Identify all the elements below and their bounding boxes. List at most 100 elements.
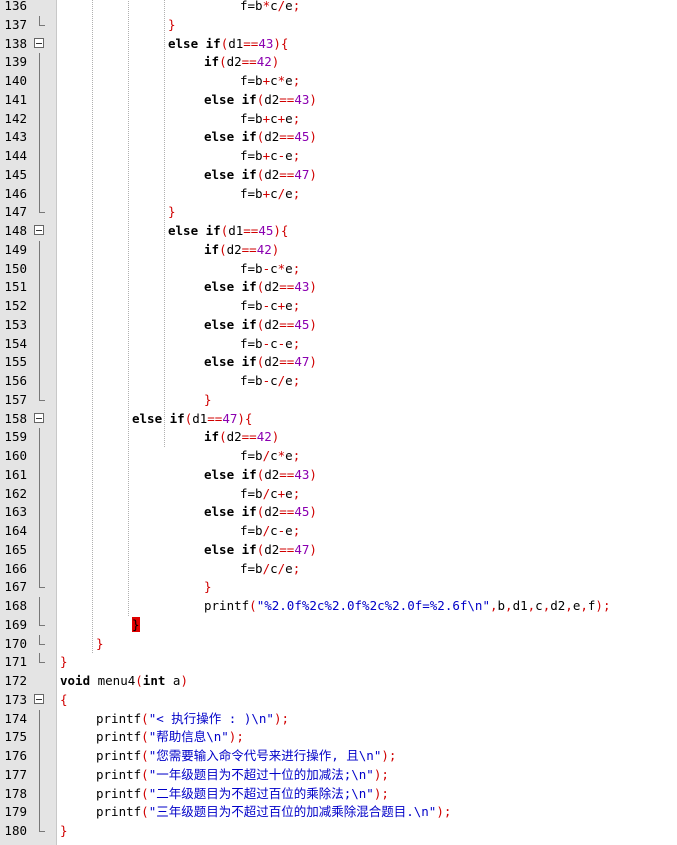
code-text[interactable]: f=b-c/e; <box>240 372 300 391</box>
code-text[interactable]: else if(d1==45){ <box>168 222 288 241</box>
code-line[interactable]: 139 if(d2==42) <box>0 53 677 72</box>
code-line[interactable]: 142 f=b+c+e; <box>0 109 677 129</box>
code-text[interactable]: else if(d2==47) <box>204 166 317 185</box>
code-text[interactable]: void menu4(int a) <box>60 672 188 691</box>
code-text[interactable]: f=b+c-e; <box>240 147 300 166</box>
code-text[interactable]: printf("< 执行操作 : )\n"); <box>96 710 289 729</box>
code-text[interactable]: else if(d2==47) <box>204 353 317 372</box>
code-line[interactable]: 156 f=b-c/e; <box>0 372 677 391</box>
code-line[interactable]: 154 f=b-c-e; <box>0 334 677 354</box>
fold-line-icon <box>39 709 40 729</box>
code-text[interactable]: f=b/c*e; <box>240 447 300 466</box>
code-line[interactable]: 162 f=b/c+e; <box>0 484 677 504</box>
code-text[interactable]: f=b*c/e; <box>240 0 300 16</box>
code-line[interactable]: 177 printf("一年级题目为不超过十位的加减法;\n"); <box>0 765 677 785</box>
code-line[interactable]: 159 if(d2==42) <box>0 428 677 447</box>
code-line[interactable]: 153 else if(d2==45) <box>0 315 677 335</box>
code-line[interactable]: 138 else if(d1==43){ <box>0 35 677 54</box>
code-text[interactable]: else if(d2==47) <box>204 541 317 560</box>
fold-collapse-icon[interactable] <box>34 37 44 48</box>
code-line[interactable]: 151 else if(d2==43) <box>0 278 677 297</box>
fold-collapse-icon[interactable] <box>34 225 44 235</box>
code-line[interactable]: 172 void menu4(int a) <box>0 672 677 691</box>
code-text[interactable]: } <box>60 822 68 841</box>
code-text[interactable]: if(d2==42) <box>204 428 279 447</box>
code-line[interactable]: 141 else if(d2==43) <box>0 90 677 110</box>
code-text[interactable]: else if(d1==47){ <box>132 410 252 429</box>
fold-collapse-icon[interactable] <box>34 693 44 704</box>
code-line[interactable]: 136 f=b*c/e; <box>0 0 677 16</box>
code-line[interactable]: 137} <box>0 15 677 35</box>
code-line[interactable]: 148 else if(d1==45){ <box>0 222 677 241</box>
code-text[interactable]: f=b/c-e; <box>240 522 300 541</box>
code-text[interactable]: } <box>204 578 212 597</box>
code-line[interactable]: 152 f=b-c+e; <box>0 297 677 316</box>
code-token: ) <box>309 504 317 520</box>
code-line[interactable]: 175 printf("帮助信息\n"); <box>0 728 677 747</box>
code-text[interactable]: else if(d2==45) <box>204 503 317 522</box>
code-text[interactable]: f=b-c+e; <box>240 297 300 316</box>
code-text[interactable]: printf("二年级题目为不超过百位的乘除法;\n"); <box>96 785 389 804</box>
code-line[interactable]: 165 else if(d2==47) <box>0 540 677 560</box>
code-text[interactable]: else if(d2==43) <box>204 91 317 110</box>
code-text[interactable]: printf("三年级题目为不超过百位的加减乘除混合题目.\n"); <box>96 803 451 822</box>
code-text[interactable]: f=b/c/e; <box>240 560 300 579</box>
code-line[interactable]: 168 printf("%2.0f%2c%2.0f%2c%2.0f=%2.6f\n… <box>0 597 677 616</box>
code-text[interactable]: else if(d2==43) <box>204 466 317 485</box>
code-line[interactable]: 158 else if(d1==47){ <box>0 410 677 429</box>
code-line[interactable]: 157} <box>0 390 677 410</box>
code-text[interactable]: else if(d2==43) <box>204 278 317 297</box>
code-line[interactable]: 140 f=b+c*e; <box>0 72 677 91</box>
code-line[interactable]: 178 printf("二年级题目为不超过百位的乘除法;\n"); <box>0 784 677 804</box>
code-text[interactable]: else if(d2==45) <box>204 128 317 147</box>
code-text[interactable]: f=b+c*e; <box>240 72 300 91</box>
code-line[interactable]: 146 f=b+c/e; <box>0 184 677 204</box>
code-line[interactable]: 144 f=b+c-e; <box>0 147 677 166</box>
code-line[interactable]: 164 f=b/c-e; <box>0 522 677 541</box>
code-editor[interactable]: 136 f=b*c/e; 137} 138 else if(d1==43){139 if(… <box>0 0 677 845</box>
code-text[interactable]: printf("帮助信息\n"); <box>96 728 244 747</box>
code-line[interactable]: 145 else if(d2==47) <box>0 165 677 185</box>
code-line[interactable]: 161 else if(d2==43) <box>0 465 677 485</box>
code-line[interactable]: 171} <box>0 653 677 672</box>
code-line[interactable]: 147} <box>0 203 677 222</box>
code-text[interactable]: if(d2==42) <box>204 241 279 260</box>
code-line[interactable]: 166 f=b/c/e; <box>0 559 677 579</box>
code-line[interactable]: 149 if(d2==42) <box>0 240 677 260</box>
line-number: 171 <box>4 654 27 670</box>
code-line[interactable]: 160 f=b/c*e; <box>0 447 677 466</box>
code-line[interactable]: 179 printf("三年级题目为不超过百位的加减乘除混合题目.\n"); <box>0 803 677 822</box>
code-text[interactable]: } <box>168 203 176 222</box>
fold-line-icon <box>39 540 40 560</box>
code-line[interactable]: 167} <box>0 578 677 597</box>
code-text[interactable]: printf("%2.0f%2c%2.0f%2c%2.0f=%2.6f\n",b… <box>204 597 610 616</box>
code-text[interactable]: } <box>132 616 140 635</box>
code-text[interactable]: } <box>60 653 68 672</box>
code-text[interactable]: else if(d1==43){ <box>168 35 288 54</box>
code-line[interactable]: 143 else if(d2==45) <box>0 128 677 147</box>
code-text[interactable]: } <box>204 391 212 410</box>
code-text[interactable]: else if(d2==45) <box>204 316 317 335</box>
code-text[interactable]: f=b-c-e; <box>240 335 300 354</box>
code-text[interactable]: printf("您需要输入命令代号来进行操作, 且\n"); <box>96 747 396 766</box>
code-line[interactable]: 173 { <box>0 691 677 710</box>
code-line[interactable]: 169} <box>0 615 677 635</box>
code-line[interactable]: 180} <box>0 822 677 841</box>
code-text[interactable]: { <box>60 691 68 710</box>
code-line[interactable]: 155 else if(d2==47) <box>0 353 677 372</box>
code-line[interactable]: 174 printf("< 执行操作 : )\n"); <box>0 709 677 729</box>
code-text[interactable]: } <box>96 635 104 654</box>
code-text[interactable]: f=b/c+e; <box>240 485 300 504</box>
code-text[interactable]: printf("一年级题目为不超过十位的加减法;\n"); <box>96 766 389 785</box>
code-text[interactable]: if(d2==42) <box>204 53 279 72</box>
code-line[interactable]: 170} <box>0 634 677 654</box>
code-line[interactable]: 176 printf("您需要输入命令代号来进行操作, 且\n"); <box>0 747 677 766</box>
code-text[interactable]: f=b+c/e; <box>240 185 300 204</box>
code-text[interactable]: f=b+c+e; <box>240 110 300 129</box>
code-line[interactable]: 163 else if(d2==45) <box>0 503 677 522</box>
code-token: ; <box>292 560 301 576</box>
code-text[interactable]: } <box>168 16 176 35</box>
code-line[interactable]: 150 f=b-c*e; <box>0 259 677 279</box>
fold-collapse-icon[interactable] <box>34 412 44 423</box>
code-text[interactable]: f=b-c*e; <box>240 260 300 279</box>
